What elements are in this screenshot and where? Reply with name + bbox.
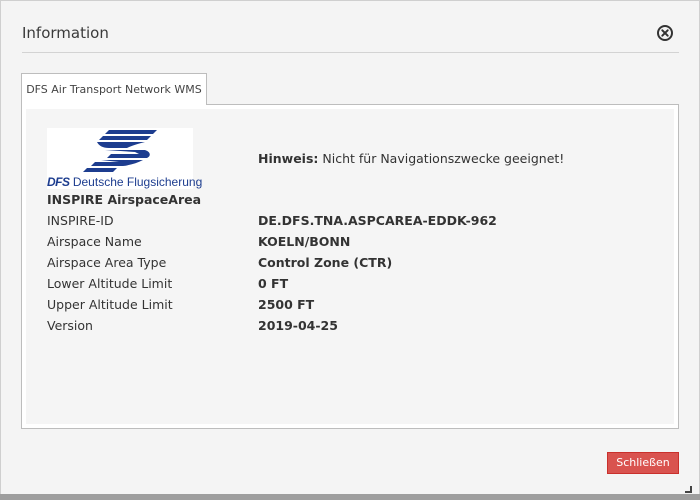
row-value-lower-altitude-limit: 0 FT (258, 276, 289, 291)
tab-dfs-air-transport-network-wms[interactable]: DFS Air Transport Network WMS (21, 73, 207, 105)
row-value-version: 2019-04-25 (258, 318, 338, 333)
row-label-airspace-name: Airspace Name (47, 234, 142, 249)
row-label-version: Version (47, 318, 93, 333)
dialog-header: Information (1, 1, 699, 65)
row-label-upper-altitude-limit: Upper Altitude Limit (47, 297, 173, 312)
close-dialog-button[interactable]: Schließen (607, 452, 679, 474)
header-divider (22, 52, 679, 53)
feature-section-title: INSPIRE AirspaceArea (47, 192, 202, 207)
hint-text: Nicht für Navigationszwecke geeignet! (322, 151, 565, 166)
row-label-inspire-id: INSPIRE-ID (47, 213, 114, 228)
close-circle-icon[interactable] (657, 25, 673, 41)
row-label-lower-altitude-limit: Lower Altitude Limit (47, 276, 173, 291)
row-value-airspace-name: KOELN/BONN (258, 234, 351, 249)
dfs-logo: DFS Deutsche Flugsicherung (47, 128, 202, 189)
dfs-logo-mark (83, 130, 157, 172)
navigation-hint: Hinweis: Nicht für Navigationszwecke gee… (258, 151, 564, 166)
row-label-airspace-area-type: Airspace Area Type (47, 255, 167, 270)
dialog-title: Information (22, 24, 109, 42)
row-value-inspire-id: DE.DFS.TNA.ASPCAREA-EDDK-962 (258, 213, 497, 228)
dfs-logo-short: DFS (47, 175, 70, 189)
dfs-logo-text: DFS Deutsche Flugsicherung (47, 175, 202, 189)
resize-handle-icon[interactable] (683, 479, 693, 493)
hint-label: Hinweis: (258, 151, 319, 166)
row-value-upper-altitude-limit: 2500 FT (258, 297, 315, 312)
window-bottom-border (0, 494, 700, 500)
dfs-logo-long: Deutsche Flugsicherung (72, 175, 203, 189)
row-value-airspace-area-type: Control Zone (CTR) (258, 255, 393, 270)
